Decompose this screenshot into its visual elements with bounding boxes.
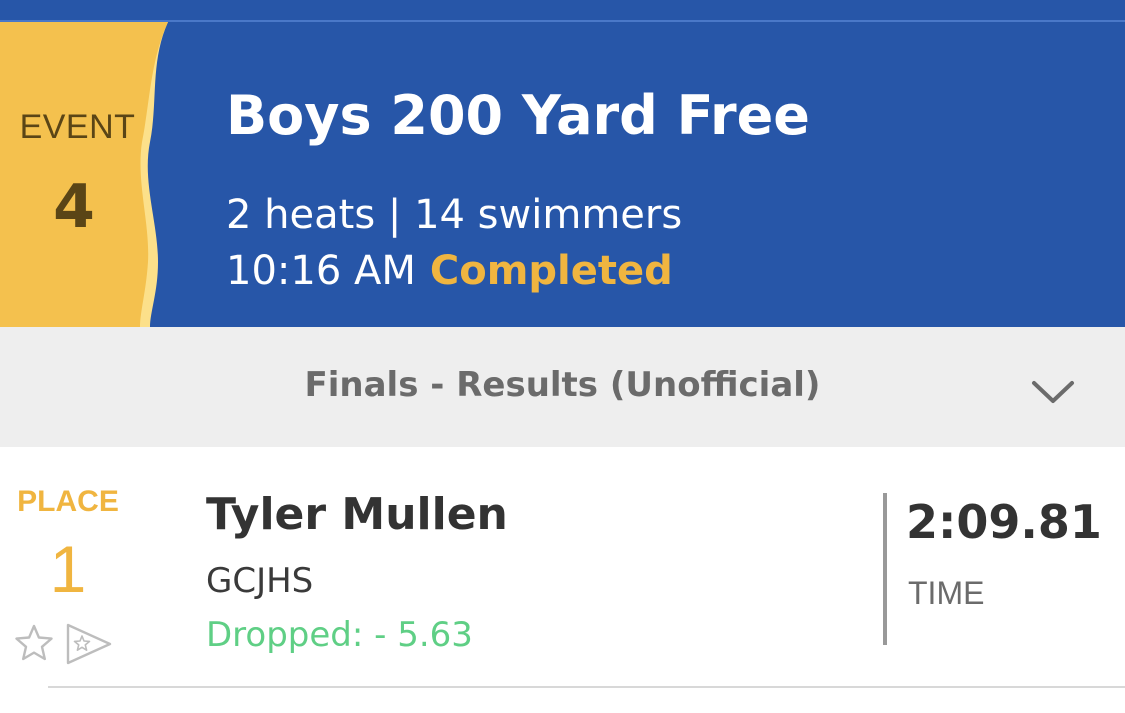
top-strip xyxy=(0,0,1125,22)
event-title: Boys 200 Yard Free xyxy=(226,84,810,147)
divider xyxy=(883,493,887,645)
event-header: EVENT 4 Boys 200 Yard Free 2 heats | 14 … xyxy=(0,22,1125,327)
event-badge: EVENT 4 xyxy=(0,22,175,327)
share-star-icon[interactable] xyxy=(66,623,112,665)
results-title: Finals - Results (Unofficial) xyxy=(304,365,821,405)
chevron-down-icon[interactable] xyxy=(1030,377,1076,407)
time-label: TIME xyxy=(908,575,985,611)
place-number: 1 xyxy=(49,532,87,606)
event-status: Completed xyxy=(429,248,673,294)
event-start-time: 10:16 AM xyxy=(226,248,416,294)
star-outline-icon[interactable] xyxy=(14,623,54,663)
event-number: 4 xyxy=(53,172,95,242)
event-meta: 2 heats | 14 swimmers xyxy=(226,192,683,238)
time-drop: Dropped: - 5.63 xyxy=(206,615,473,655)
event-time-row: 10:16 AM Completed xyxy=(226,248,673,294)
place-label: PLACE xyxy=(17,485,119,518)
event-label: EVENT xyxy=(19,108,136,146)
swimmer-name: Tyler Mullen xyxy=(206,489,508,540)
result-row[interactable]: PLACE 1 Tyler Mullen GCJHS Dropped: - 5.… xyxy=(0,447,1125,687)
team-name: GCJHS xyxy=(206,561,314,601)
results-section-header[interactable]: Finals - Results (Unofficial) xyxy=(0,327,1125,447)
row-divider xyxy=(48,686,1125,688)
result-time: 2:09.81 xyxy=(906,495,1102,549)
